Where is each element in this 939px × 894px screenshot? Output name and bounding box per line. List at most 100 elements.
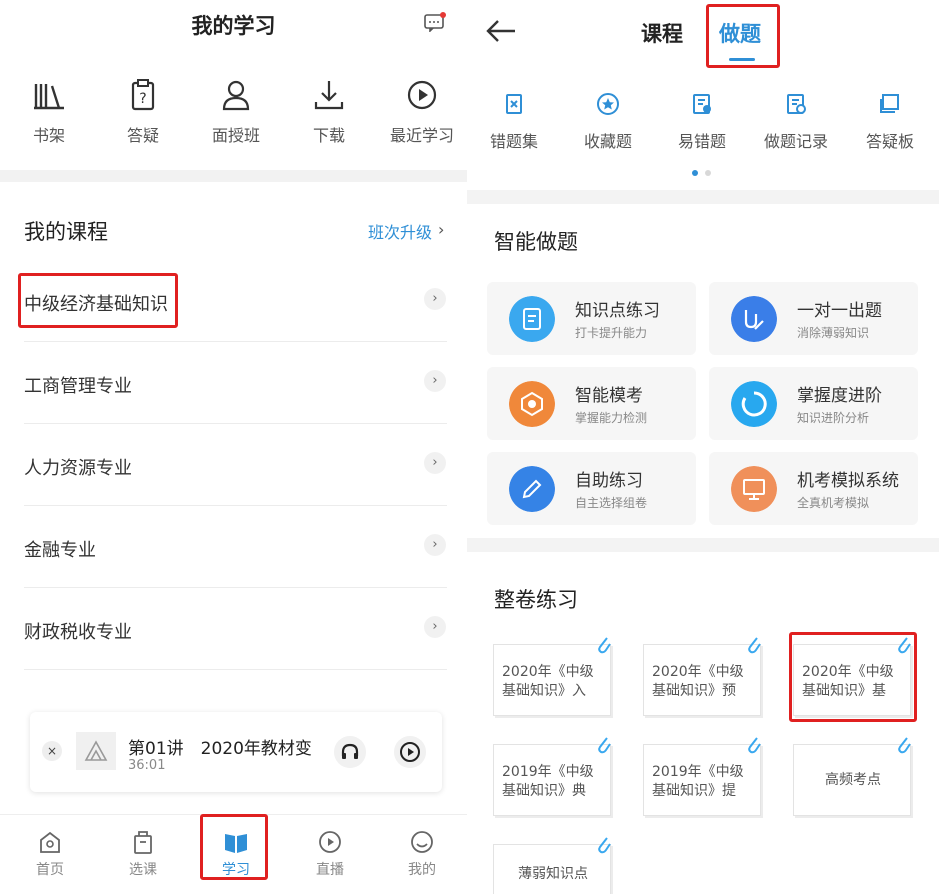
page-title: 我的学习	[191, 14, 276, 38]
course-name: 财政税收专业	[24, 622, 132, 643]
card-subtitle: 自主选择组卷	[575, 496, 648, 510]
smart-exercise-section: 智能做题 知识点练习 打卡提升能力 一对一出题 消除薄弱知识 智能模考 掌握能力…	[467, 204, 939, 538]
bag-icon	[134, 831, 152, 854]
teacher-icon	[222, 80, 250, 111]
chevron-right-icon: ›	[424, 288, 446, 310]
tab-course[interactable]: 课程	[641, 18, 683, 48]
paper-title: 2019年《中级基础知识》典	[502, 764, 594, 799]
course-row[interactable]: 工商管理专业 ›	[0, 342, 467, 424]
wrong-set-icon	[506, 94, 522, 114]
tab-mine[interactable]: 我的	[392, 829, 452, 879]
card-title: 自助练习	[575, 471, 643, 491]
paper-title: 2020年《中级基础知识》入	[502, 664, 594, 699]
monitor-icon	[731, 466, 777, 512]
paper-title: 2020年《中级基础知识》预	[652, 664, 744, 699]
paper-card[interactable]: 薄弱知识点	[493, 837, 611, 894]
quick-action-label: 最近学习	[389, 126, 454, 145]
quick-action-bookshelf[interactable]: 书架	[3, 78, 95, 146]
upgrade-link[interactable]: 班次升级	[368, 219, 432, 243]
quick-action-label: 书架	[32, 126, 65, 145]
tab-label: 直播	[316, 862, 344, 878]
note-icon	[509, 296, 555, 342]
smile-icon	[411, 831, 433, 853]
divider	[24, 669, 447, 670]
card-mastery[interactable]: 掌握度进阶 知识进阶分析	[709, 367, 918, 440]
close-icon[interactable]: ×	[42, 741, 62, 761]
tool-favorites[interactable]: 收藏题	[565, 92, 651, 152]
card-title: 智能模考	[575, 386, 643, 406]
quick-action-class[interactable]: 面授班	[190, 78, 282, 146]
card-title: 一对一出题	[797, 301, 882, 321]
play-circle-icon	[319, 831, 341, 853]
card-knowledge-practice[interactable]: 知识点练习 打卡提升能力	[487, 282, 696, 355]
quick-action-recent[interactable]: 最近学习	[376, 78, 467, 146]
card-self-practice[interactable]: 自助练习 自主选择组卷	[487, 452, 696, 525]
card-computer-exam[interactable]: 机考模拟系统 全真机考模拟	[709, 452, 918, 525]
card-subtitle: 掌握能力检测	[575, 411, 648, 425]
play-button-icon[interactable]	[394, 736, 426, 768]
paper-card[interactable]: 高频考点	[793, 737, 911, 816]
star-circle-icon	[597, 93, 619, 115]
paper-title: 薄弱知识点	[518, 866, 588, 882]
back-arrow-icon[interactable]	[485, 18, 517, 44]
course-row[interactable]: 人力资源专业 ›	[0, 424, 467, 506]
tool-record[interactable]: 做题记录	[753, 92, 839, 152]
card-one-on-one[interactable]: 一对一出题 消除薄弱知识	[709, 282, 918, 355]
lecture-thumbnail	[76, 732, 116, 770]
paper-title: 2019年《中级基础知识》提	[652, 764, 744, 799]
card-subtitle: 知识进阶分析	[797, 411, 870, 425]
tab-label: 首页	[36, 862, 64, 878]
progress-ring-icon	[731, 381, 777, 427]
divider	[0, 170, 467, 182]
card-title: 掌握度进阶	[797, 386, 882, 406]
card-subtitle: 全真机考模拟	[797, 496, 870, 510]
tool-wrong-set[interactable]: 错题集	[471, 92, 557, 152]
paperclip-icon	[748, 637, 761, 654]
paper-card[interactable]: 2020年《中级基础知识》入	[493, 637, 611, 716]
mini-player[interactable]: × 第01讲 2020年教材变 36:01	[30, 712, 442, 792]
paper-card[interactable]: 2019年《中级基础知识》典	[493, 737, 611, 816]
paper-card[interactable]: 2020年《中级基础知识》预	[643, 637, 761, 716]
page-indicator-dot	[692, 170, 698, 176]
tab-live[interactable]: 直播	[300, 829, 360, 879]
my-courses-title: 我的课程	[24, 220, 108, 244]
tool-error-prone[interactable]: 易错题	[659, 92, 745, 152]
course-row[interactable]: 金融专业 ›	[0, 506, 467, 588]
tool-qa-board[interactable]: 答疑板	[847, 92, 933, 152]
home-icon	[40, 831, 60, 853]
highlight-box	[200, 814, 268, 880]
tool-label: 收藏题	[583, 132, 632, 151]
paperclip-icon	[598, 737, 611, 754]
tab-home[interactable]: 首页	[20, 829, 80, 879]
card-title: 知识点练习	[575, 301, 660, 321]
course-name: 人力资源专业	[24, 458, 132, 479]
quick-action-label: 答疑	[126, 126, 159, 145]
chevron-right-icon[interactable]: ›	[438, 220, 444, 239]
card-title: 机考模拟系统	[797, 471, 899, 491]
chevron-right-icon: ›	[424, 370, 446, 392]
course-row[interactable]: 财政税收专业 ›	[0, 588, 467, 670]
tool-label: 错题集	[489, 132, 538, 151]
right-screen: 课程 做题 错题集 收藏题 易错题 做题记录 答疑板 智能做题 知识点练习 打卡…	[467, 0, 939, 894]
highlight-box	[706, 4, 780, 68]
left-screen: 我的学习 书架 ? 答疑 面授班 下载 最近学习 我的课程 班次升级 › 中级经…	[0, 0, 467, 894]
paperclip-icon	[748, 737, 761, 754]
paperclip-icon	[598, 637, 611, 654]
tool-label: 答疑板	[865, 132, 914, 151]
lecture-duration: 36:01	[128, 758, 166, 773]
full-paper-section: 整卷练习 2020年《中级基础知识》入 2020年《中级基础知识》预 2020年…	[467, 552, 939, 894]
course-name: 金融专业	[24, 540, 96, 561]
audio-headphone-icon[interactable]	[334, 736, 366, 768]
paper-card[interactable]: 2019年《中级基础知识》提	[643, 737, 761, 816]
quick-action-qa[interactable]: ? 答疑	[97, 78, 189, 146]
tab-courses[interactable]: 选课	[113, 829, 173, 879]
quick-action-download[interactable]: 下载	[283, 78, 375, 146]
tab-label: 我的	[408, 862, 436, 878]
tool-label: 易错题	[677, 132, 726, 151]
card-subtitle: 消除薄弱知识	[797, 326, 870, 340]
exam-icon	[509, 381, 555, 427]
paperclip-icon	[898, 737, 911, 754]
paper-title: 高频考点	[825, 772, 881, 788]
card-smart-mock[interactable]: 智能模考 掌握能力检测	[487, 367, 696, 440]
message-icon[interactable]	[424, 12, 446, 32]
